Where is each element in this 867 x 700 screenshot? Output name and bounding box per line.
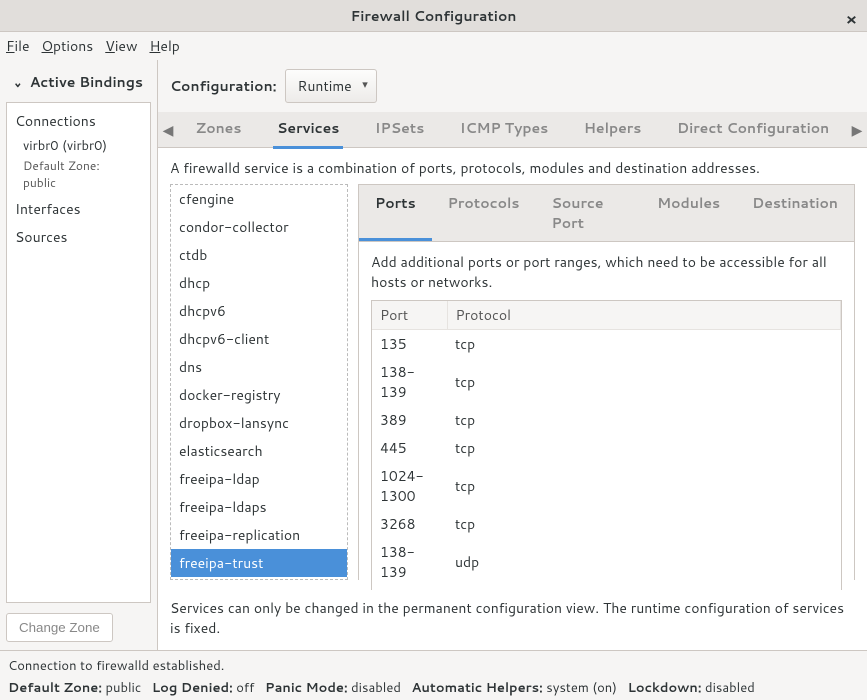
tab-direct-config[interactable]: Direct Configuration [673,110,833,149]
service-list-item[interactable]: dhcpv6 [171,297,347,325]
service-detail: Ports Protocols Source Port Modules Dest… [358,184,855,580]
sub-tab-ports[interactable]: Ports [359,185,432,241]
status-log-denied-label: Log Denied: [152,679,233,697]
status-auto-helpers: system (on) [546,679,617,697]
sidebar-header[interactable]: ⌄ Active Bindings [6,68,151,102]
main-panel: Configuration: Runtime ◀ Zones Services … [158,60,867,650]
status-connection: Connection to firewalld established. [8,655,859,677]
sidebar-title: Active Bindings [30,72,143,92]
titlebar: Firewall Configuration × [0,0,867,32]
close-icon[interactable]: × [846,8,857,31]
sidebar-section-connections[interactable]: Connections [7,107,150,135]
service-list-item[interactable]: elasticsearch [171,437,347,465]
table-row[interactable]: 138-139tcp [372,358,841,406]
port-cell: 135 [372,330,447,359]
sidebar-section-sources[interactable]: Sources [7,223,150,251]
protocol-cell: tcp [447,434,841,462]
service-list-item[interactable]: dhcpv6-client [171,325,347,353]
menu-file[interactable]: File [6,36,30,56]
tab-icmp-types[interactable]: ICMP Types [456,110,552,149]
ports-header-port[interactable]: Port [372,301,447,330]
statusbar: Connection to firewalld established. Def… [0,650,867,700]
service-list-item[interactable]: ctdb [171,241,347,269]
status-auto-helpers-label: Automatic Helpers: [412,679,543,697]
config-value: Runtime [298,76,352,96]
service-list-item[interactable]: freeipa-trust [171,549,347,577]
menu-options[interactable]: Options [42,36,94,56]
protocol-cell: tcp [447,510,841,538]
service-description: A firewalld service is a combination of … [158,148,867,184]
table-row[interactable]: 135tcp [372,330,841,359]
service-list[interactable]: cfenginecondor-collectorctdbdhcpdhcpv6dh… [170,184,348,580]
config-label: Configuration: [170,76,277,96]
status-lockdown-label: Lockdown: [628,679,702,697]
menu-view[interactable]: View [105,36,137,56]
config-dropdown[interactable]: Runtime [285,69,377,103]
sub-tab-protocols[interactable]: Protocols [432,185,536,241]
table-row[interactable]: 389tcp [372,406,841,434]
service-list-item[interactable]: dhcp [171,269,347,297]
change-zone-button[interactable]: Change Zone [6,613,113,642]
menu-help[interactable]: Help [149,36,179,56]
table-row[interactable]: 445tcp [372,434,841,462]
chevron-down-icon: ⌄ [13,72,22,92]
protocol-cell: tcp [447,358,841,406]
menubar: File Options View Help [0,32,867,60]
sub-tab-source-port[interactable]: Source Port [535,185,641,241]
change-zone-wrap: Change Zone [6,613,151,642]
service-footer: Services can only be changed in the perm… [158,590,867,650]
service-list-item[interactable]: docker-registry [171,381,347,409]
protocol-cell: tcp [447,330,841,359]
sub-tab-destination[interactable]: Destination [736,185,854,241]
protocol-cell: tcp [447,406,841,434]
sidebar-item-connection-zone: Default Zone: public [7,157,150,195]
tab-ipsets[interactable]: IPSets [371,110,428,149]
sub-tabs: Ports Protocols Source Port Modules Dest… [359,185,854,242]
ports-header-protocol[interactable]: Protocol [447,301,841,330]
ports-description: Add additional ports or port ranges, whi… [371,252,842,292]
tab-scroll-right-icon[interactable]: ▶ [847,120,867,140]
window-title: Firewall Configuration [351,6,517,26]
status-lockdown: disabled [705,679,755,697]
service-list-item[interactable]: condor-collector [171,213,347,241]
service-list-item[interactable]: dns [171,353,347,381]
status-default-zone: public [106,679,142,697]
tab-zones[interactable]: Zones [192,110,246,149]
service-list-item[interactable]: dropbox-lansync [171,409,347,437]
table-row[interactable]: 1024-1300tcp [372,462,841,510]
config-row: Configuration: Runtime [158,60,867,112]
port-cell: 389 [372,406,447,434]
status-details: Default Zone: public Log Denied: off Pan… [8,677,859,699]
service-list-item[interactable]: freeipa-replication [171,521,347,549]
service-list-item[interactable]: freeipa-ldaps [171,493,347,521]
service-list-item[interactable]: freeipa-ldap [171,465,347,493]
tab-scroll-left-icon[interactable]: ◀ [158,120,178,140]
protocol-cell: udp [447,538,841,586]
ports-table[interactable]: Port Protocol 135tcp138-139tcp389tcp445t… [371,300,842,590]
table-row[interactable]: 138-139udp [372,538,841,586]
main-tabs: ◀ Zones Services IPSets ICMP Types Helpe… [158,112,867,148]
status-default-zone-label: Default Zone: [8,679,102,697]
tab-helpers[interactable]: Helpers [580,110,646,149]
status-log-denied: off [236,679,254,697]
tab-services[interactable]: Services [273,110,343,149]
sidebar: ⌄ Active Bindings Connections virbr0 (vi… [0,60,158,650]
protocol-cell: tcp [447,462,841,510]
sidebar-item-connection[interactable]: virbr0 (virbr0) [7,135,150,157]
port-cell: 445 [372,434,447,462]
service-list-item[interactable]: cfengine [171,185,347,213]
port-cell: 3268 [372,510,447,538]
port-cell: 1024-1300 [372,462,447,510]
table-row[interactable]: 3268tcp [372,510,841,538]
port-cell: 138-139 [372,538,447,586]
sidebar-section-interfaces[interactable]: Interfaces [7,195,150,223]
status-panic-label: Panic Mode: [265,679,348,697]
status-panic: disabled [351,679,401,697]
service-list-item[interactable]: ftp [171,577,347,580]
sub-tab-modules[interactable]: Modules [641,185,736,241]
port-cell: 138-139 [372,358,447,406]
